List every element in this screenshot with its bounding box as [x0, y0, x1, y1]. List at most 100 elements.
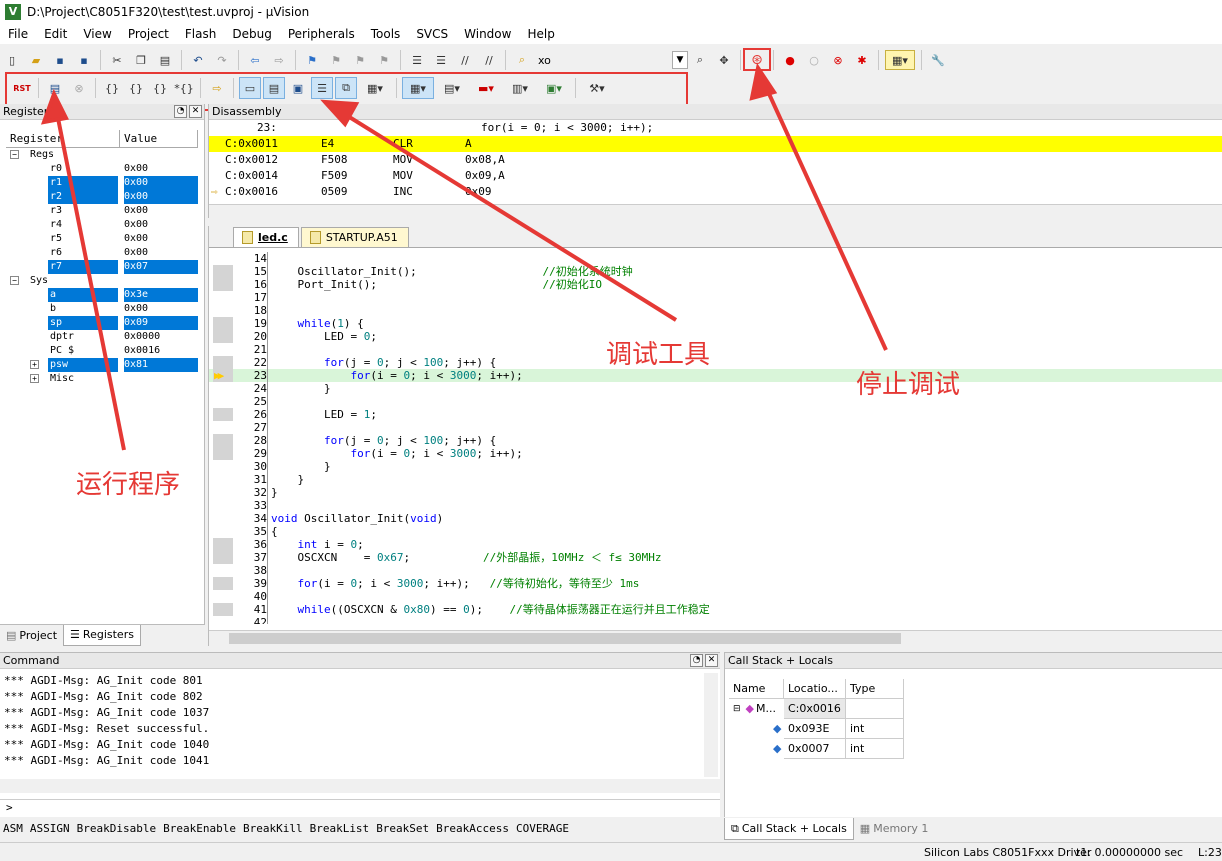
code-line[interactable]: 37 OSCXCN = 0x67; //外部晶振，10MHz ＜ f≤ 30MH… — [209, 551, 1222, 564]
register-row[interactable]: b 0x00 — [0, 302, 204, 316]
bookmark-icon[interactable]: ⚑ — [302, 50, 322, 70]
code-line[interactable]: 22 for(j = 0; j < 100; j++) { — [209, 356, 1222, 369]
register-row[interactable]: r2 0x00 — [0, 190, 204, 204]
register-row[interactable]: r0 0x00 — [0, 162, 204, 176]
bookmark-clear-icon[interactable]: ⚑ — [374, 50, 394, 70]
command-input[interactable]: > — [0, 799, 720, 815]
incremental-find-icon[interactable]: ✥ — [714, 50, 734, 70]
toolbox-icon[interactable]: ⚒▾ — [582, 78, 612, 98]
col-register[interactable]: Register — [6, 130, 120, 147]
unindent-icon[interactable]: ☰ — [431, 50, 451, 70]
close-icon[interactable]: ✕ — [189, 105, 202, 118]
code-line[interactable]: 36 int i = 0; — [209, 538, 1222, 551]
code-line[interactable]: 15 Oscillator_Init(); //初始化系统时钟 — [209, 265, 1222, 278]
nav-forward-icon[interactable]: ⇨ — [269, 50, 289, 70]
code-line[interactable]: 14 — [209, 252, 1222, 265]
code-line[interactable]: 21 — [209, 343, 1222, 356]
register-row[interactable]: r1 0x00 — [0, 176, 204, 190]
breakpoint-disable-all-icon[interactable]: ⊗ — [828, 50, 848, 70]
tree-collapse-icon[interactable]: ⊟ — [733, 699, 741, 719]
code-area[interactable]: 14 15 Oscillator_Init(); //初始化系统时钟 16 Port… — [209, 252, 1222, 624]
reset-icon[interactable]: RST — [12, 78, 32, 98]
run-icon[interactable]: ▤ — [45, 78, 65, 98]
register-row[interactable]: r4 0x00 — [0, 218, 204, 232]
pin-icon[interactable]: ◔ — [690, 654, 703, 667]
register-row[interactable]: sp 0x09 — [0, 316, 204, 330]
code-line[interactable]: 27 — [209, 421, 1222, 434]
disassembly-row[interactable]: C:0x0012 F508 MOV 0x08,A — [209, 152, 1222, 168]
col-value[interactable]: Value — [120, 130, 198, 147]
register-row[interactable]: r7 0x07 — [0, 260, 204, 274]
tab-led-c[interactable]: led.c — [233, 227, 299, 247]
code-line[interactable]: 28 for(j = 0; j < 100; j++) { — [209, 434, 1222, 447]
menu-tools[interactable]: Tools — [363, 24, 409, 44]
disassembly-content[interactable]: 23: for(i = 0; i < 3000; i++); C:0x0011 E… — [209, 120, 1222, 202]
pin-icon[interactable]: ◔ — [174, 105, 187, 118]
menu-svcs[interactable]: SVCS — [408, 24, 456, 44]
code-line[interactable]: 18 — [209, 304, 1222, 317]
menu-project[interactable]: Project — [120, 24, 177, 44]
bookmark-prev-icon[interactable]: ⚑ — [326, 50, 346, 70]
cut-icon[interactable]: ✂ — [107, 50, 127, 70]
find-icon[interactable]: ⌕ — [690, 50, 710, 70]
command-keyword[interactable]: BreakKill — [243, 818, 303, 840]
command-keyword[interactable]: ASM — [3, 818, 23, 840]
command-window-icon[interactable]: ▭ — [239, 77, 261, 99]
editor-hscroll[interactable] — [209, 630, 1222, 646]
indent-icon[interactable]: ☰ — [407, 50, 427, 70]
col-name[interactable]: Name — [729, 679, 784, 699]
code-line[interactable]: 24 } — [209, 382, 1222, 395]
show-next-statement-icon[interactable]: ⇨ — [207, 78, 227, 98]
code-line[interactable]: 26 LED = 1; — [209, 408, 1222, 421]
system-viewer-icon[interactable]: ▣▾ — [539, 78, 569, 98]
breakpoint-disable-icon[interactable]: ○ — [804, 50, 824, 70]
halt-icon[interactable]: ⊗ — [69, 78, 89, 98]
menu-view[interactable]: View — [75, 24, 119, 44]
code-line[interactable]: 34 void Oscillator_Init(void) — [209, 512, 1222, 525]
expand-icon[interactable]: + — [30, 374, 39, 383]
chevron-down-icon[interactable]: ▼ — [672, 51, 688, 69]
register-row[interactable]: a 0x3e — [0, 288, 204, 302]
breakpoint-kill-all-icon[interactable]: ✱ — [852, 50, 872, 70]
code-line[interactable]: 17 — [209, 291, 1222, 304]
save-icon[interactable]: ▪ — [50, 50, 70, 70]
disassembly-row[interactable]: C:0x0011 E4 CLR A — [209, 136, 1222, 152]
register-row[interactable]: psw 0x81 + — [0, 358, 204, 372]
tab-memory-1[interactable]: ▦ Memory 1 — [854, 818, 935, 840]
expand-icon[interactable]: + — [30, 360, 39, 369]
code-line[interactable]: 20 LED = 0; — [209, 330, 1222, 343]
menu-edit[interactable]: Edit — [36, 24, 75, 44]
code-line[interactable]: 30 } — [209, 460, 1222, 473]
menu-peripherals[interactable]: Peripherals — [280, 24, 363, 44]
registers-window-icon[interactable]: ☰ — [311, 77, 333, 99]
register-group-misc[interactable]: + Misc — [0, 372, 204, 386]
copy-icon[interactable]: ❐ — [131, 50, 151, 70]
command-keyword[interactable]: BreakAccess — [436, 818, 509, 840]
callstack-row[interactable]: ⊟ ◆ M... C:0x0016 — [729, 699, 904, 719]
redo-icon[interactable]: ↷ — [212, 50, 232, 70]
code-line[interactable]: 35 { — [209, 525, 1222, 538]
analysis-window-icon[interactable]: ▬▾ — [471, 78, 501, 98]
command-keyword[interactable]: COVERAGE — [516, 818, 569, 840]
menu-flash[interactable]: Flash — [177, 24, 224, 44]
register-group[interactable]: − Sys — [0, 274, 204, 288]
register-row[interactable]: dptr 0x0000 — [0, 330, 204, 344]
command-vscroll[interactable] — [704, 673, 718, 777]
window-layout-icon[interactable]: ▦▾ — [885, 50, 915, 70]
register-row[interactable]: PC $ 0x0016 — [0, 344, 204, 358]
memory-window-icon[interactable]: ▦▾ — [402, 77, 434, 99]
comment-icon[interactable]: // — [455, 50, 475, 70]
command-keyword[interactable]: BreakList — [310, 818, 370, 840]
save-all-icon[interactable]: ▪ — [74, 50, 94, 70]
callstack-row[interactable]: ◆ 0x093E int — [729, 719, 904, 739]
find-in-files-icon[interactable]: ⌕ — [512, 50, 532, 70]
disassembly-row[interactable]: C:0x0016 0509 INC 0x09 ⇨ — [209, 184, 1222, 200]
menu-file[interactable]: File — [0, 24, 36, 44]
nav-back-icon[interactable]: ⇦ — [245, 50, 265, 70]
code-line[interactable]: 32} — [209, 486, 1222, 499]
watch-window-icon[interactable]: ▦▾ — [360, 78, 390, 98]
command-keyword[interactable]: BreakSet — [376, 818, 429, 840]
close-icon[interactable]: ✕ — [705, 654, 718, 667]
editor-hscroll-thumb[interactable] — [229, 633, 901, 644]
collapse-icon[interactable]: − — [10, 150, 19, 159]
